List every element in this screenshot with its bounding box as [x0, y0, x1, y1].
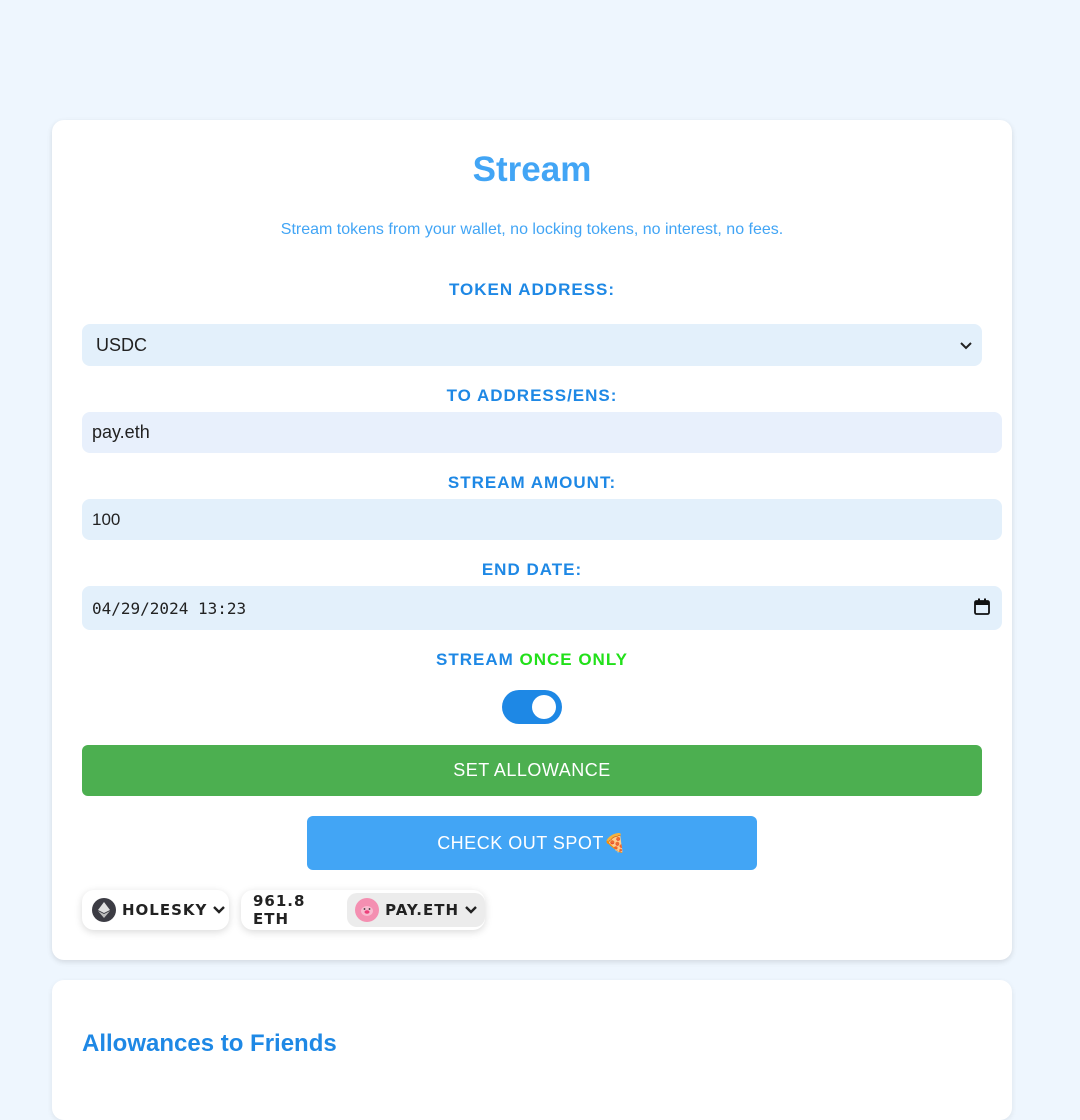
to-address-label: TO ADDRESS/ENS:	[446, 386, 618, 405]
chevron-down-icon	[960, 337, 972, 353]
stream-amount-label: STREAM AMOUNT:	[447, 473, 617, 492]
end-date-value: 04/29/2024 13:23	[92, 598, 247, 618]
end-date-label: END DATE:	[481, 560, 583, 579]
chevron-down-icon	[213, 903, 226, 917]
chevron-down-icon	[465, 903, 477, 917]
stream-card: Stream Stream tokens from your wallet, n…	[52, 120, 1012, 960]
network-label: HOLESKY	[122, 901, 208, 919]
stream-amount-input[interactable]: 100	[82, 499, 1002, 540]
stream-once-prefix: STREAM	[435, 650, 514, 669]
toggle-knob	[532, 695, 556, 719]
end-date-input[interactable]: 04/29/2024 13:23	[82, 586, 1002, 630]
allowances-card: Allowances to Friends	[52, 980, 1012, 1120]
calendar-icon[interactable]	[974, 598, 990, 619]
account-selector[interactable]: 961.8 ETH PAY.ETH	[241, 890, 485, 930]
ethereum-icon	[92, 898, 116, 922]
page-subtitle: Stream tokens from your wallet, no locki…	[280, 221, 784, 238]
allowances-title: Allowances to Friends	[82, 1030, 337, 1057]
check-out-spot-label: CHECK OUT SPOT	[437, 832, 604, 853]
account-button[interactable]: PAY.ETH	[347, 893, 485, 927]
set-allowance-button[interactable]: SET ALLOWANCE	[82, 745, 982, 796]
wallet-balance: 961.8 ETH	[253, 892, 306, 928]
token-select-value: USDC	[96, 334, 148, 355]
stream-once-toggle[interactable]	[502, 690, 562, 724]
network-selector[interactable]: HOLESKY	[82, 890, 229, 930]
stream-once-label: STREAM ONCE ONLY	[52, 650, 1012, 670]
pizza-icon: 🍕	[603, 832, 627, 853]
stream-once-highlight: ONCE ONLY	[519, 650, 629, 669]
pig-avatar-icon	[355, 898, 380, 922]
page-title: Stream	[472, 150, 592, 189]
to-address-input[interactable]: pay.eth	[82, 412, 1002, 453]
token-address-label: TOKEN ADDRESS:	[448, 280, 616, 299]
token-select[interactable]: USDC	[82, 324, 982, 366]
account-label: PAY.ETH	[385, 901, 459, 919]
check-out-spot-button[interactable]: CHECK OUT SPOT 🍕	[307, 816, 757, 870]
